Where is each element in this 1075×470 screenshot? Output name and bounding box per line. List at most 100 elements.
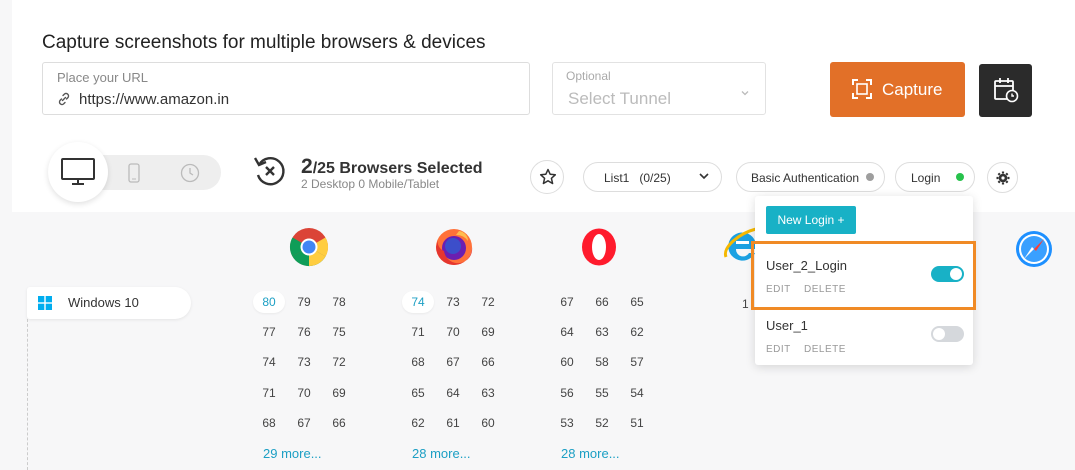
reset-selection-icon[interactable] bbox=[252, 153, 288, 189]
schedule-button[interactable] bbox=[979, 64, 1032, 117]
gear-icon bbox=[996, 171, 1010, 185]
windows-logo-icon bbox=[38, 296, 52, 310]
firefox-version-61[interactable]: 61 bbox=[439, 416, 467, 430]
firefox-version-62[interactable]: 62 bbox=[404, 416, 432, 430]
favorite-button[interactable] bbox=[530, 160, 564, 194]
chrome-version-76[interactable]: 76 bbox=[290, 325, 318, 339]
chrome-version-71[interactable]: 71 bbox=[255, 386, 283, 400]
star-icon bbox=[539, 168, 557, 185]
tunnel-value: Select Tunnel bbox=[568, 89, 672, 108]
opera-version-62[interactable]: 62 bbox=[623, 325, 651, 339]
opera-version-55[interactable]: 55 bbox=[588, 386, 616, 400]
chrome-version-68[interactable]: 68 bbox=[255, 416, 283, 430]
chrome-version-78[interactable]: 78 bbox=[325, 295, 353, 309]
firefox-version-66[interactable]: 66 bbox=[474, 355, 502, 369]
toggle-knob bbox=[933, 328, 945, 340]
new-login-button[interactable]: New Login + bbox=[766, 206, 856, 234]
opera-version-60[interactable]: 60 bbox=[553, 355, 581, 369]
opera-version-51[interactable]: 51 bbox=[623, 416, 651, 430]
login-item-user-1[interactable]: User_1 EDIT DELETE bbox=[755, 308, 973, 370]
tunnel-select[interactable]: Optional Select Tunnel bbox=[552, 62, 766, 115]
login-button[interactable]: Login bbox=[895, 162, 975, 192]
chevron-down-icon bbox=[699, 173, 709, 180]
chrome-version-77[interactable]: 77 bbox=[255, 325, 283, 339]
firefox-version-64[interactable]: 64 bbox=[439, 386, 467, 400]
browsers-selected-count: 2/25 Browsers Selected bbox=[301, 155, 483, 179]
firefox-version-71[interactable]: 71 bbox=[404, 325, 432, 339]
os-label: Windows 10 bbox=[68, 295, 139, 310]
ie-version-partial[interactable]: 1 bbox=[742, 297, 749, 311]
safari-logo-icon bbox=[1016, 231, 1052, 267]
chevron-down-icon bbox=[741, 91, 749, 96]
opera-logo-icon bbox=[582, 228, 616, 266]
highlight-box bbox=[751, 241, 976, 310]
capture-label: Capture bbox=[882, 80, 943, 99]
mobile-phone-icon[interactable] bbox=[128, 163, 140, 183]
capture-frame-icon bbox=[852, 79, 872, 99]
login-toggle[interactable] bbox=[931, 326, 964, 342]
opera-version-57[interactable]: 57 bbox=[623, 355, 651, 369]
opera-more-link[interactable]: 28 more... bbox=[561, 446, 620, 461]
desktop-monitor-icon bbox=[61, 158, 95, 185]
chrome-version-73[interactable]: 73 bbox=[290, 355, 318, 369]
chrome-version-67[interactable]: 67 bbox=[290, 416, 318, 430]
desktop-tab[interactable] bbox=[48, 142, 108, 202]
chrome-version-70[interactable]: 70 bbox=[290, 386, 318, 400]
firefox-version-73[interactable]: 73 bbox=[439, 295, 467, 309]
delete-link[interactable]: DELETE bbox=[804, 344, 846, 355]
opera-version-63[interactable]: 63 bbox=[588, 325, 616, 339]
opera-version-56[interactable]: 56 bbox=[553, 386, 581, 400]
tablet-icon[interactable] bbox=[180, 163, 200, 183]
opera-version-67[interactable]: 67 bbox=[553, 295, 581, 309]
chrome-version-75[interactable]: 75 bbox=[325, 325, 353, 339]
opera-version-54[interactable]: 54 bbox=[623, 386, 651, 400]
os-item-windows-10[interactable]: Windows 10 bbox=[27, 287, 191, 319]
basic-auth-button[interactable]: Basic Authentication bbox=[736, 162, 885, 192]
link-icon bbox=[58, 92, 70, 106]
basic-auth-status-dot bbox=[866, 173, 874, 181]
opera-version-66[interactable]: 66 bbox=[588, 295, 616, 309]
selected-count: 2 bbox=[301, 155, 313, 178]
opera-version-65[interactable]: 65 bbox=[623, 295, 651, 309]
opera-version-64[interactable]: 64 bbox=[553, 325, 581, 339]
firefox-logo-icon bbox=[436, 229, 473, 265]
selected-total: /25 Browsers Selected bbox=[312, 160, 483, 177]
chrome-version-66[interactable]: 66 bbox=[325, 416, 353, 430]
tunnel-label: Optional bbox=[566, 69, 611, 83]
capture-button[interactable]: Capture bbox=[830, 62, 965, 117]
firefox-version-67[interactable]: 67 bbox=[439, 355, 467, 369]
firefox-more-link[interactable]: 28 more... bbox=[412, 446, 471, 461]
login-label: Login bbox=[911, 171, 941, 185]
opera-version-58[interactable]: 58 bbox=[588, 355, 616, 369]
firefox-version-70[interactable]: 70 bbox=[439, 325, 467, 339]
calendar-clock-icon bbox=[994, 78, 1019, 103]
firefox-version-69[interactable]: 69 bbox=[474, 325, 502, 339]
basic-auth-label: Basic Authentication bbox=[751, 171, 860, 185]
settings-button[interactable] bbox=[987, 162, 1018, 193]
chrome-version-79[interactable]: 79 bbox=[290, 295, 318, 309]
list-select[interactable]: List1 (0/25) bbox=[583, 162, 722, 192]
login-item-name: User_1 bbox=[766, 318, 808, 333]
firefox-version-63[interactable]: 63 bbox=[474, 386, 502, 400]
list-select-label: List1 (0/25) bbox=[604, 171, 671, 185]
firefox-version-60[interactable]: 60 bbox=[474, 416, 502, 430]
os-tree-line bbox=[27, 319, 28, 470]
firefox-version-68[interactable]: 68 bbox=[404, 355, 432, 369]
login-status-dot bbox=[956, 173, 964, 181]
opera-version-53[interactable]: 53 bbox=[553, 416, 581, 430]
firefox-version-65[interactable]: 65 bbox=[404, 386, 432, 400]
chrome-version-80[interactable]: 80 bbox=[253, 291, 285, 313]
edit-link[interactable]: EDIT bbox=[766, 344, 791, 355]
chrome-version-72[interactable]: 72 bbox=[325, 355, 353, 369]
chrome-version-74[interactable]: 74 bbox=[255, 355, 283, 369]
url-placeholder: Place your URL bbox=[57, 70, 149, 85]
page-title: Capture screenshots for multiple browser… bbox=[42, 32, 486, 53]
firefox-version-74[interactable]: 74 bbox=[402, 291, 434, 313]
url-input[interactable]: https://www.amazon.in bbox=[79, 91, 229, 108]
firefox-version-72[interactable]: 72 bbox=[474, 295, 502, 309]
url-field[interactable]: Place your URL https://www.amazon.in bbox=[42, 62, 530, 115]
chrome-more-link[interactable]: 29 more... bbox=[263, 446, 322, 461]
opera-version-52[interactable]: 52 bbox=[588, 416, 616, 430]
chrome-version-69[interactable]: 69 bbox=[325, 386, 353, 400]
selected-breakdown: 2 Desktop 0 Mobile/Tablet bbox=[301, 177, 440, 191]
